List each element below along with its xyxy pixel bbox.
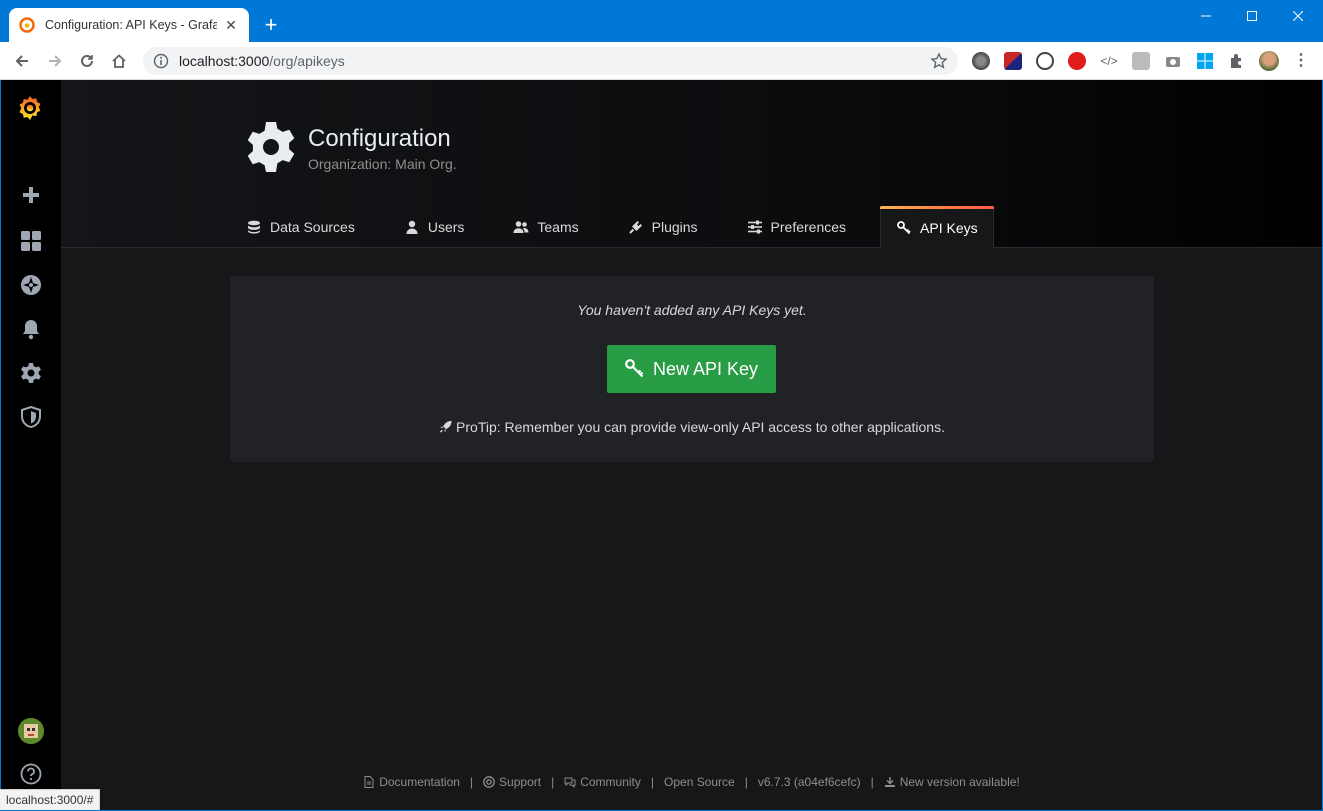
- new-api-key-button[interactable]: New API Key: [607, 345, 776, 393]
- tab-label: Users: [427, 219, 465, 235]
- page-subtitle: Organization: Main Org.: [308, 156, 457, 172]
- footer-community-label: Community: [580, 775, 641, 789]
- user-icon: [404, 219, 420, 235]
- key-icon: [896, 220, 912, 236]
- plug-icon: [628, 219, 644, 235]
- user-avatar[interactable]: [18, 718, 44, 744]
- bookmark-star-icon[interactable]: [930, 52, 948, 70]
- maximize-icon[interactable]: [1229, 0, 1275, 32]
- create-plus-icon[interactable]: [19, 183, 43, 207]
- tab-label: Plugins: [651, 219, 698, 235]
- empty-list-message: You haven't added any API Keys yet.: [577, 302, 807, 318]
- extension-windows-icon[interactable]: [1196, 52, 1214, 70]
- empty-list-panel: You haven't added any API Keys yet. New …: [230, 276, 1154, 462]
- page-title: Configuration: [308, 125, 451, 152]
- home-icon[interactable]: [107, 49, 131, 73]
- new-tab-icon[interactable]: +: [259, 14, 283, 38]
- tab-api-keys[interactable]: API Keys: [880, 206, 994, 248]
- tab-label: Data Sources: [270, 219, 355, 235]
- sliders-icon: [747, 219, 763, 235]
- browser-menu-icon[interactable]: ⋮: [1292, 52, 1310, 70]
- footer-documentation-link[interactable]: Documentation: [363, 775, 460, 789]
- url-path: /org/apikeys: [269, 53, 345, 69]
- rocket-icon: [439, 420, 452, 433]
- minimize-icon[interactable]: [1183, 0, 1229, 32]
- profile-avatar[interactable]: [1259, 51, 1279, 71]
- footer-new-version-link[interactable]: New version available!: [884, 775, 1020, 789]
- url-text: localhost:3000/org/apikeys: [179, 53, 345, 69]
- footer: Documentation | Support | Community | Op…: [61, 775, 1322, 789]
- footer-documentation-label: Documentation: [379, 775, 460, 789]
- footer-support-label: Support: [499, 775, 542, 789]
- address-bar[interactable]: localhost:3000/org/apikeys: [143, 47, 958, 75]
- tab-data-sources[interactable]: Data Sources: [231, 206, 370, 248]
- footer-version: v6.7.3 (a04ef6cefc): [758, 775, 861, 789]
- download-icon: [884, 777, 895, 787]
- configuration-gear-icon[interactable]: [19, 361, 43, 385]
- tab-label: API Keys: [920, 219, 978, 236]
- configuration-gear-icon: [247, 122, 295, 172]
- grafana-app: Configuration Organization: Main Org. Da…: [1, 80, 1322, 810]
- tab-close-icon[interactable]: ✕: [223, 17, 239, 33]
- help-question-icon[interactable]: [19, 762, 43, 786]
- tab-label: Teams: [537, 219, 579, 235]
- side-menu: [1, 80, 61, 810]
- footer-separator: |: [469, 775, 474, 789]
- alerting-bell-icon[interactable]: [19, 317, 43, 341]
- footer-separator: |: [870, 775, 874, 789]
- tab-preferences[interactable]: Preferences: [732, 206, 861, 248]
- grafana-logo-icon[interactable]: [15, 93, 45, 123]
- extension-camera-icon[interactable]: [1164, 52, 1182, 70]
- key-icon: [625, 359, 644, 378]
- browser-toolbar: localhost:3000/org/apikeys </> ⋮: [0, 42, 1323, 80]
- footer-separator: |: [551, 775, 555, 789]
- support-lifebuoy-icon: [483, 776, 495, 788]
- site-info-icon[interactable]: [153, 53, 169, 69]
- extension-chat-icon[interactable]: [1132, 52, 1150, 70]
- footer-open-source-link[interactable]: Open Source: [664, 775, 735, 789]
- extensions-puzzle-icon[interactable]: [1228, 52, 1246, 70]
- footer-open-source-label: Open Source: [664, 775, 735, 789]
- footer-separator: |: [650, 775, 655, 789]
- browser-tab[interactable]: Configuration: API Keys - Grafana ✕: [9, 8, 249, 42]
- tab-teams[interactable]: Teams: [498, 206, 593, 248]
- forward-icon[interactable]: [43, 49, 67, 73]
- config-tabs: Data Sources Users Teams Plugins Prefere…: [231, 206, 995, 248]
- footer-community-link[interactable]: Community: [564, 775, 641, 789]
- reload-icon[interactable]: [75, 49, 99, 73]
- footer-separator: |: [744, 775, 748, 789]
- database-icon: [246, 219, 262, 235]
- comments-icon: [564, 777, 576, 788]
- browser-window: Configuration: API Keys - Grafana ✕ + lo…: [0, 0, 1323, 811]
- footer-version-label: v6.7.3 (a04ef6cefc): [757, 775, 861, 789]
- grafana-favicon-icon: [19, 17, 35, 33]
- back-icon[interactable]: [10, 49, 34, 73]
- dashboards-icon[interactable]: [19, 229, 43, 253]
- footer-new-version-label: New version available!: [899, 775, 1020, 789]
- window-close-icon[interactable]: [1275, 0, 1321, 32]
- tab-plugins[interactable]: Plugins: [613, 206, 713, 248]
- protip-label: ProTip: Remember you can provide view-on…: [456, 419, 945, 435]
- status-bar-url: localhost:3000/#: [0, 789, 101, 810]
- document-icon: [364, 776, 374, 788]
- extension-ring-icon[interactable]: [1036, 52, 1054, 70]
- tab-title: Configuration: API Keys - Grafana: [45, 18, 217, 32]
- server-admin-shield-icon[interactable]: [19, 405, 43, 429]
- extension-adblock-icon[interactable]: [1068, 52, 1086, 70]
- footer-support-link[interactable]: Support: [483, 775, 541, 789]
- users-icon: [513, 219, 529, 235]
- extension-flag-icon[interactable]: [1004, 52, 1022, 70]
- tab-label: Preferences: [770, 219, 847, 235]
- tab-users[interactable]: Users: [389, 206, 480, 248]
- url-host: localhost:3000: [179, 53, 270, 69]
- protip-text: ProTip: Remember you can provide view-on…: [230, 419, 1154, 435]
- explore-compass-icon[interactable]: [19, 273, 43, 297]
- new-api-key-label: New API Key: [652, 358, 759, 379]
- title-bar: Configuration: API Keys - Grafana ✕ +: [0, 0, 1323, 42]
- extension-code-icon[interactable]: </>: [1100, 52, 1118, 70]
- extension-circle-icon[interactable]: [972, 52, 990, 70]
